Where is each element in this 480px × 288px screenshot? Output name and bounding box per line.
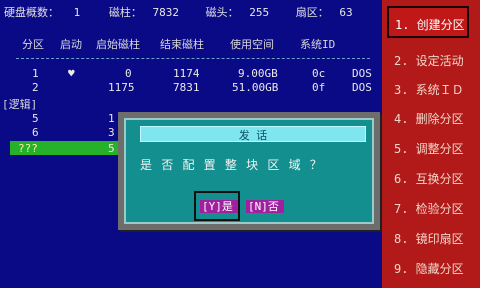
cell-partition: ??? [18,142,38,155]
cell-partition: 2 [32,81,39,94]
head-label: 磁头： [205,6,239,19]
cylinder-value: 7832 [152,6,180,19]
cell-partition: 1 [32,67,39,80]
disk-info-bar: 硬盘概数： 1 磁柱： 7832 磁头： 255 扇区： 63 [4,4,353,20]
header-used-space: 使用空间 [230,38,274,51]
cell-start: 1175 [108,81,135,94]
disk-count-label: 硬盘概数： [4,6,59,19]
dialog-title: 发 话 [238,129,268,142]
header-partition: 分区 [22,38,44,51]
cell-size: 9.00GB [238,67,278,80]
menu-item-swap-partition[interactable]: 6. 互换分区 [394,170,464,187]
menu-item-system-id[interactable]: 3. 系统ＩＤ [394,81,464,98]
cell-id: 0c [312,67,326,80]
table-row[interactable]: 2 1175 7831 51.00GB 0f DOS [0,81,380,94]
menu-item-set-active[interactable]: 2. 设定活动 [394,52,464,69]
operations-menu: 1. 创建分区 2. 设定活动 3. 系统ＩＤ 4. 删除分区 5. 调整分区 … [382,0,480,288]
sector-label: 扇区： [295,6,329,19]
logical-section-label: [逻辑] [2,98,38,111]
cell-system: DOS [352,81,372,94]
cell-start: 3 [108,126,115,139]
menu-item-create-partition[interactable]: 1. 创建分区 [387,6,469,38]
menu-item-mirror-sector[interactable]: 8. 镜印扇区 [394,230,464,247]
table-row[interactable]: ??? 5 [0,142,120,155]
no-button[interactable]: [N]否 [246,200,284,213]
header-system-id: 系统ID [300,38,336,51]
cell-size: 51.00GB [232,81,279,94]
cell-system: DOS [352,67,372,80]
cell-start: 5 [108,142,115,155]
cell-end: 1174 [173,67,200,80]
cell-start: 1 [108,112,115,125]
cell-start: 0 [125,67,132,80]
disk-count-value: 1 [73,6,81,19]
yes-button[interactable]: [Y]是 [200,200,238,213]
header-divider [16,58,370,59]
dialog-question: 是 否 配 置 整 块 区 域 ？ [140,158,323,172]
sector-value: 63 [339,6,353,19]
table-row[interactable]: 5 1 [0,112,120,125]
header-boot: 启动 [60,38,82,51]
cell-id: 0f [312,81,326,94]
cell-partition: 5 [32,112,39,125]
table-row[interactable]: 1 ♥ 0 1174 9.00GB 0c DOS [0,67,380,80]
cylinder-label: 磁柱： [108,6,142,19]
header-end-cylinder: 结束磁柱 [160,38,204,51]
cell-end: 7831 [173,81,200,94]
menu-item-verify-partition[interactable]: 7. 检验分区 [394,200,464,217]
menu-item-resize-partition[interactable]: 5. 调整分区 [394,140,464,157]
menu-item-hide-partition[interactable]: 9. 隐藏分区 [394,260,464,277]
head-value: 255 [249,6,270,19]
dialog-title-bar: 发 话 [140,126,366,142]
table-row[interactable]: 6 3 [0,126,120,139]
cell-partition: 6 [32,126,39,139]
menu-item-delete-partition[interactable]: 4. 删除分区 [394,110,464,127]
header-start-cylinder: 启始磁柱 [96,38,140,51]
boot-flag-icon: ♥ [68,67,75,80]
confirm-dialog: 发 话 是 否 配 置 整 块 区 域 ？ [Y]是 [N]否 [118,112,380,230]
